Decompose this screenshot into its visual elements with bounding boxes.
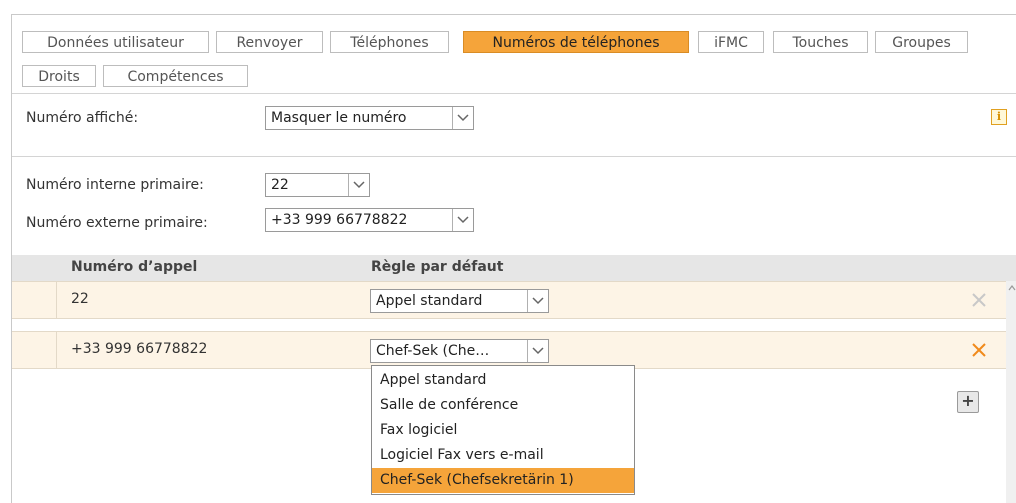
row-number: +33 999 66778822 (71, 341, 208, 357)
rule-select[interactable]: Appel standard (370, 289, 549, 313)
close-icon[interactable] (970, 341, 988, 359)
dropdown-option[interactable]: Salle de conférence (372, 393, 634, 418)
chevron-down-icon (452, 107, 473, 129)
primary-internal-select[interactable]: 22 (265, 173, 370, 197)
scrollbar[interactable] (1006, 281, 1016, 503)
row-gutter (12, 282, 57, 318)
caller-id-label: Numéro affiché: (26, 110, 139, 126)
tab-forward[interactable]: Renvoyer (216, 31, 323, 53)
add-number-button[interactable]: + (957, 391, 979, 413)
tab-skills[interactable]: Compétences (103, 65, 248, 87)
caller-id-select[interactable]: Masquer le numéro (265, 106, 474, 130)
row-gutter (12, 332, 57, 368)
table-row: 22 Appel standard (12, 281, 1006, 319)
rule-dropdown-list: Appel standard Salle de conférence Fax l… (371, 365, 635, 495)
table-row: +33 999 66778822 Chef-Sek (Che… (12, 331, 1006, 369)
dropdown-option[interactable]: Appel standard (372, 368, 634, 393)
chevron-down-icon (527, 290, 548, 312)
chevron-up-icon[interactable] (1008, 285, 1016, 291)
column-header-rule: Règle par défaut (371, 259, 504, 275)
dropdown-option[interactable]: Logiciel Fax vers e-mail (372, 443, 634, 468)
primary-external-value: +33 999 66778822 (271, 212, 408, 228)
rule-select-value: Appel standard (376, 293, 483, 309)
tab-rights[interactable]: Droits (22, 65, 96, 87)
divider (12, 93, 1016, 94)
info-icon[interactable]: i (991, 109, 1007, 125)
close-icon[interactable] (970, 291, 988, 309)
tab-phone-numbers[interactable]: Numéros de téléphones (463, 31, 689, 53)
tab-user-data[interactable]: Données utilisateur (22, 31, 209, 53)
divider (12, 156, 1016, 157)
dropdown-option-selected[interactable]: Chef-Sek (Chefsekretärin 1) (372, 468, 634, 493)
chevron-down-icon (527, 340, 548, 362)
tab-phones[interactable]: Téléphones (330, 31, 449, 53)
dropdown-option[interactable]: Fax logiciel (372, 418, 634, 443)
rule-select[interactable]: Chef-Sek (Che… (370, 339, 549, 363)
tab-ifmc[interactable]: iFMC (698, 31, 764, 53)
chevron-down-icon (348, 174, 369, 196)
primary-external-select[interactable]: +33 999 66778822 (265, 208, 474, 232)
tab-groups[interactable]: Groupes (875, 31, 968, 53)
primary-external-label: Numéro externe primaire: (26, 215, 208, 231)
chevron-down-icon (452, 209, 473, 231)
user-settings-panel: Données utilisateur Renvoyer Téléphones … (11, 14, 1016, 503)
column-header-number: Numéro d’appel (71, 259, 198, 275)
tab-bar: Données utilisateur Renvoyer Téléphones … (12, 15, 1016, 93)
caller-id-value: Masquer le numéro (271, 110, 407, 126)
primary-internal-label: Numéro interne primaire: (26, 177, 204, 193)
rule-select-value: Chef-Sek (Che… (376, 343, 490, 359)
row-number: 22 (71, 291, 89, 307)
table-header: Numéro d’appel Règle par défaut (12, 255, 1016, 281)
tab-keys[interactable]: Touches (773, 31, 868, 53)
primary-internal-value: 22 (271, 177, 289, 193)
